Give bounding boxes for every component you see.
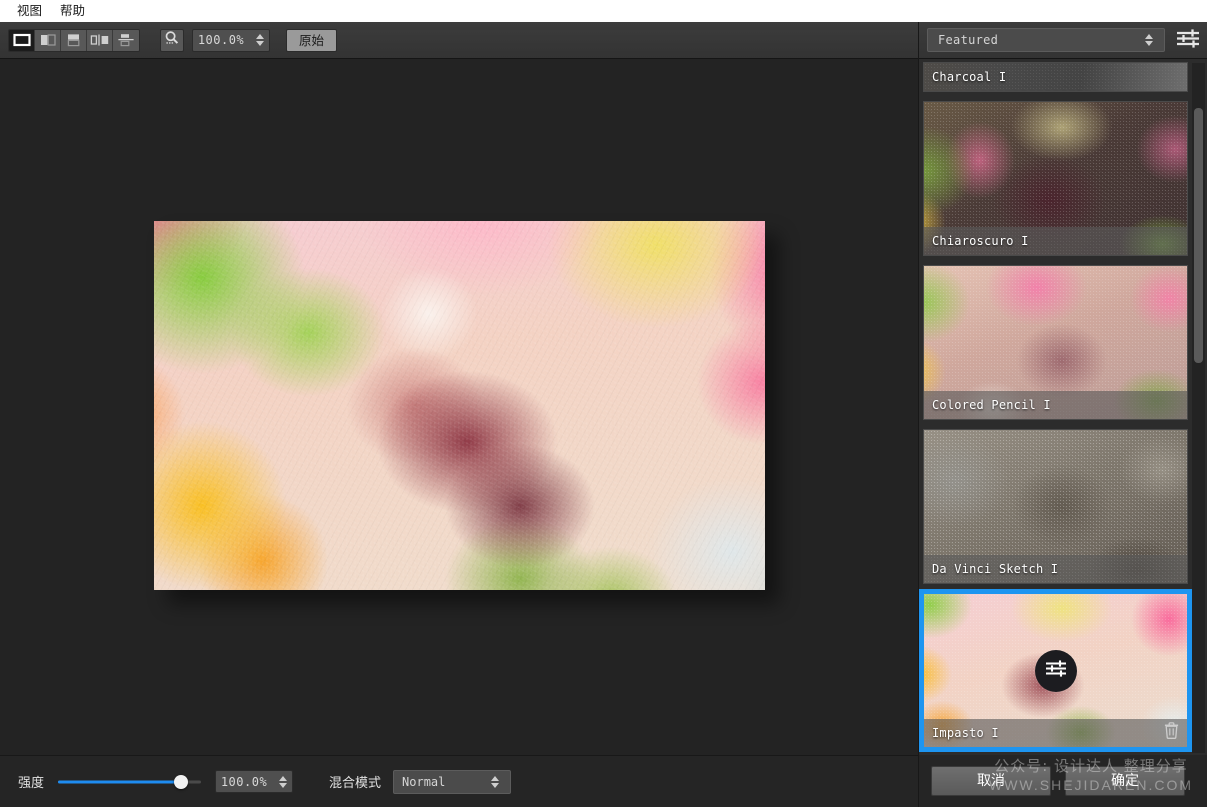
trash-icon (1164, 722, 1179, 744)
blend-mode-select[interactable]: Normal (393, 769, 512, 794)
preset-item-chiaroscuro-i[interactable]: Chiaroscuro I (923, 101, 1188, 256)
menu-bar: 视图 帮助 (0, 0, 1207, 22)
preset-category-select[interactable]: Featured (927, 28, 1165, 52)
strength-label: 强度 (18, 776, 45, 791)
preset-name: Colored Pencil I (932, 398, 1051, 412)
cancel-button[interactable]: 取消 (931, 766, 1051, 796)
original-button[interactable]: 原始 (286, 28, 338, 52)
strength-value: 100.0% (220, 774, 268, 789)
chevron-down-icon (256, 41, 264, 46)
blend-mode-chevrons[interactable] (488, 771, 502, 792)
preview-image[interactable] (154, 221, 765, 590)
dialog-footer: 取消 确定 (919, 755, 1207, 807)
strength-value-field[interactable]: 100.0% (215, 770, 294, 793)
preview-layer-canvas-texture (154, 221, 765, 590)
view-mode-split-horizontal[interactable] (61, 29, 87, 51)
preset-caption: Colored Pencil I (924, 391, 1187, 419)
preset-caption: Charcoal I (924, 63, 1187, 91)
preset-name: Charcoal I (932, 70, 1007, 84)
single-view-icon (12, 33, 31, 47)
preset-scrollbar[interactable] (1192, 63, 1205, 753)
slider-fill (58, 780, 181, 783)
preset-caption: Impasto I (924, 719, 1187, 747)
blend-mode-value: Normal (402, 774, 446, 789)
view-mode-split-vertical[interactable] (35, 29, 61, 51)
chevron-down-icon (279, 782, 288, 788)
preset-caption: Da Vinci Sketch I (924, 555, 1187, 583)
chevron-up-icon (1145, 34, 1153, 39)
zoom-level-value: 100.0% (197, 33, 245, 47)
adjust-sliders-icon (1044, 659, 1068, 682)
view-mode-single[interactable] (9, 29, 35, 51)
preset-name: Da Vinci Sketch I (932, 562, 1059, 576)
sliders-icon (1175, 28, 1201, 53)
zoom-tool-button[interactable] (160, 28, 184, 52)
menu-view[interactable]: 视图 (8, 0, 51, 22)
magnifier-icon (164, 30, 180, 51)
strength-stepper[interactable] (276, 771, 290, 792)
preset-name: Chiaroscuro I (932, 234, 1029, 248)
preset-list[interactable]: Charcoal I Chiaroscuro I Colored Pencil … (919, 59, 1207, 755)
delete-preset-button[interactable] (1164, 722, 1179, 744)
preset-item-charcoal-i[interactable]: Charcoal I (923, 62, 1188, 92)
panel-settings-button[interactable] (1175, 28, 1201, 53)
preset-name: Impasto I (932, 726, 999, 740)
preset-category-value: Featured (938, 33, 999, 47)
zoom-stepper[interactable] (253, 30, 267, 51)
preset-item-da-vinci-sketch-i[interactable]: Da Vinci Sketch I (923, 429, 1188, 584)
split-vertical-icon (39, 33, 57, 47)
preview-image-frame (154, 221, 765, 590)
view-mode-side-by-side[interactable] (87, 29, 113, 51)
preset-item-colored-pencil-i[interactable]: Colored Pencil I (923, 265, 1188, 420)
chevron-up-icon (491, 775, 500, 781)
strength-slider[interactable] (58, 773, 202, 791)
split-horizontal-icon (65, 33, 83, 47)
preset-scrollbar-thumb[interactable] (1194, 108, 1203, 363)
blend-mode-label: 混合模式 (329, 776, 382, 791)
preset-category-chevrons[interactable] (1142, 30, 1156, 51)
view-mode-stacked[interactable] (113, 29, 139, 51)
stacked-view-icon (117, 33, 135, 47)
menu-help[interactable]: 帮助 (51, 0, 94, 22)
preset-item-impasto-i[interactable]: Impasto I (919, 589, 1192, 752)
chevron-up-icon (256, 34, 264, 39)
bottom-bar: 强度 100.0% 混合模式 Normal (0, 755, 918, 807)
chevron-down-icon (491, 782, 500, 788)
chevron-down-icon (1145, 41, 1153, 46)
preset-adjust-button[interactable] (1034, 649, 1077, 692)
application-window: 视图 帮助 100.0% 原始 强度 100.0% 混合模式 Normal Fe… (0, 0, 1207, 807)
canvas-area[interactable] (0, 59, 918, 755)
view-mode-group (8, 28, 140, 52)
zoom-level-field[interactable]: 100.0% (192, 28, 270, 52)
preset-panel: Featured Charcoal I Chiaroscuro I Colore… (918, 22, 1207, 807)
side-by-side-icon (90, 33, 110, 47)
ok-button[interactable]: 确定 (1065, 766, 1185, 796)
chevron-up-icon (279, 775, 288, 781)
preset-caption: Chiaroscuro I (924, 227, 1187, 255)
slider-knob[interactable] (173, 774, 188, 789)
preset-panel-header: Featured (919, 22, 1207, 59)
